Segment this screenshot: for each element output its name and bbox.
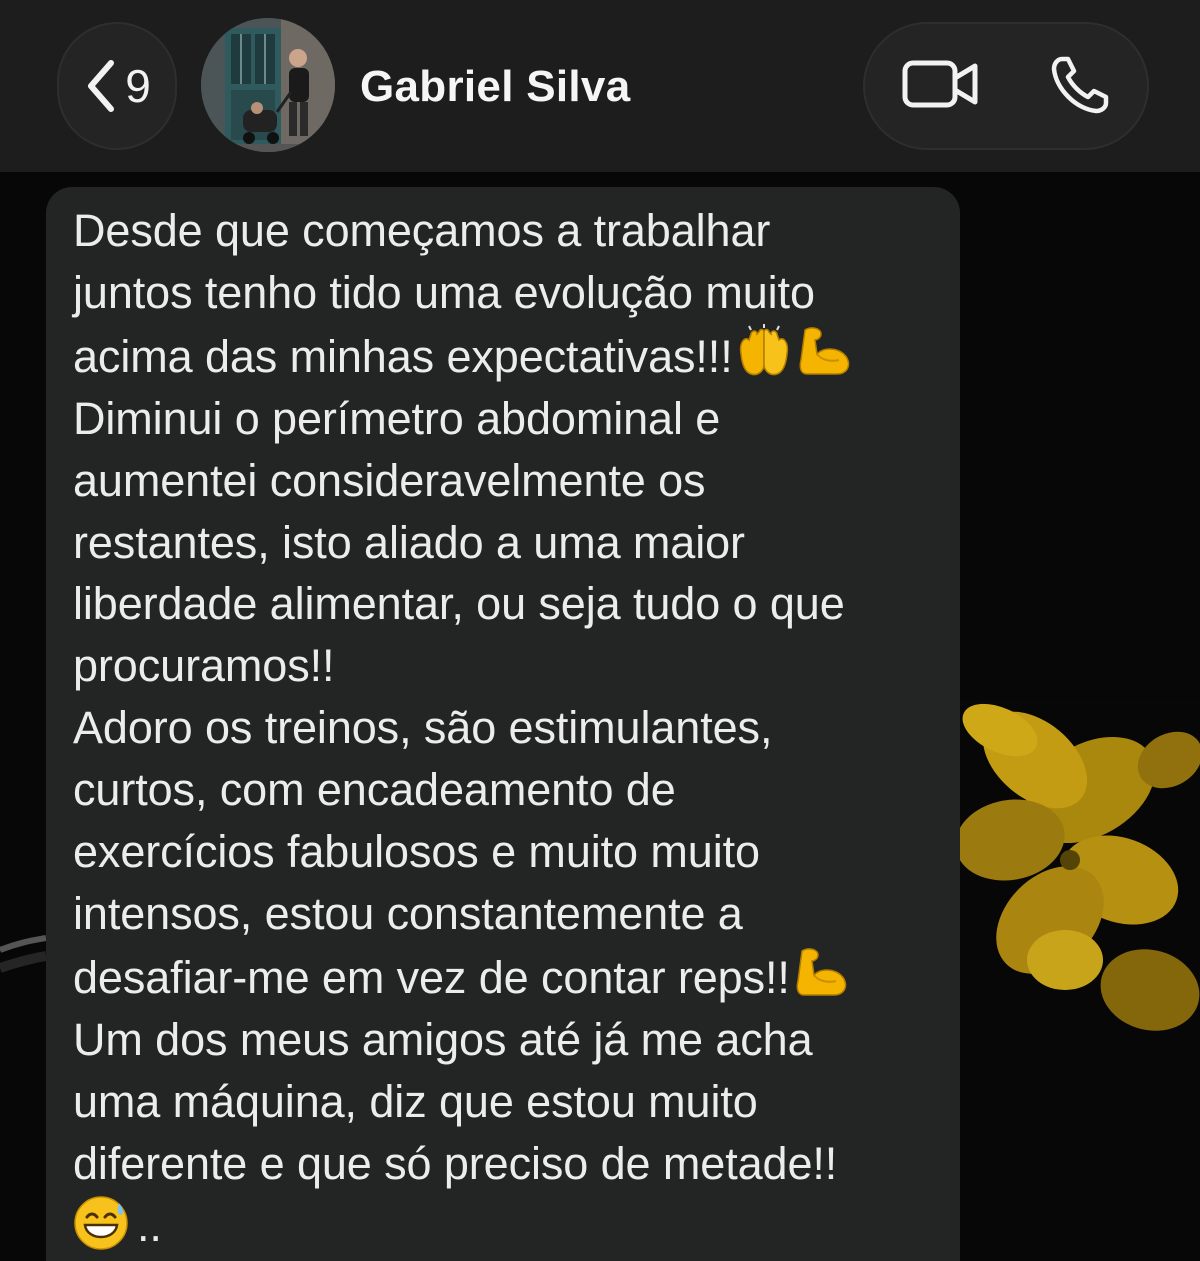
message-text: desafiar-me em vez de contar reps!! bbox=[73, 951, 790, 1003]
message-bubble[interactable]: Desde que começamos a trabalhar juntos t… bbox=[46, 187, 960, 1261]
message-line: restantes, isto aliado a uma maior bbox=[73, 516, 745, 568]
chevron-left-icon bbox=[83, 58, 117, 114]
message-line: diferente e que só preciso de metade!! bbox=[73, 1137, 838, 1189]
grinning-sweat-icon bbox=[73, 1195, 129, 1251]
message-line: uma máquina, diz que estou muito bbox=[73, 1075, 758, 1127]
message-line: procuramos!! bbox=[73, 640, 335, 692]
message-line: Um dos meus amigos até já me acha bbox=[73, 1013, 813, 1065]
message-text: .. bbox=[137, 1199, 162, 1251]
raising-hands-icon bbox=[735, 323, 793, 378]
voice-call-button[interactable] bbox=[1045, 52, 1115, 122]
message-line: Desde que começamos a trabalhar bbox=[73, 205, 771, 256]
avatar-photo bbox=[201, 18, 335, 152]
message-line: exercícios fabulosos e muito muito bbox=[73, 826, 760, 878]
message-line: intensos, estou constantemente a bbox=[73, 887, 743, 939]
flexed-biceps-icon bbox=[795, 324, 853, 378]
video-camera-icon bbox=[902, 58, 980, 115]
message-line: juntos tenho tido uma evolução muito bbox=[73, 266, 815, 318]
message-line: liberdade alimentar, ou seja tudo o que bbox=[73, 578, 845, 630]
message-line-with-emoji: .. bbox=[73, 1195, 934, 1257]
message-line: aumentei consideravelmente os bbox=[73, 454, 706, 506]
call-actions bbox=[863, 22, 1149, 150]
chat-screen: 9 Gabriel Silva Desde que começamos a tr… bbox=[0, 0, 1200, 1261]
message-line: Adoro os treinos, são estimulantes, bbox=[73, 702, 773, 754]
avatar[interactable] bbox=[201, 18, 335, 152]
video-call-button[interactable] bbox=[901, 54, 981, 118]
contact-name[interactable]: Gabriel Silva bbox=[360, 60, 630, 114]
message-text: acima das minhas expectativas!!! bbox=[73, 330, 733, 382]
unread-count-badge: 9 bbox=[125, 60, 151, 112]
message-line-with-emoji: acima das minhas expectativas!!! bbox=[73, 323, 934, 388]
message-line: curtos, com encadeamento de bbox=[73, 764, 676, 816]
back-button[interactable]: 9 bbox=[57, 22, 177, 150]
message-line: Diminui o perímetro abdominal e bbox=[73, 392, 721, 444]
message-line-with-emoji: desafiar-me em vez de contar reps!! bbox=[73, 945, 934, 1009]
flexed-biceps-icon bbox=[792, 945, 850, 999]
phone-icon bbox=[1048, 53, 1112, 122]
chat-header: 9 Gabriel Silva bbox=[0, 0, 1200, 172]
